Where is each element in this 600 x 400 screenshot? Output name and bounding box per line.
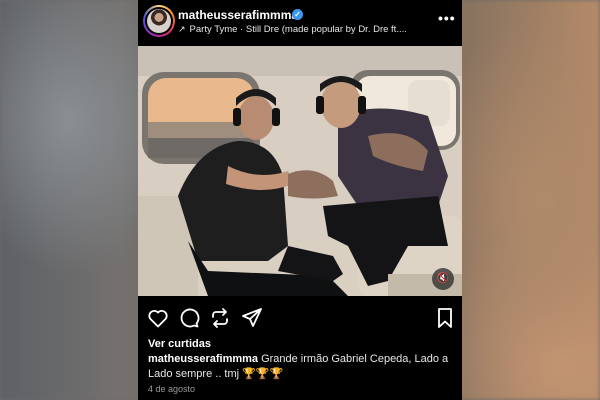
speaker-muted-icon[interactable]: 🔇 bbox=[432, 268, 454, 290]
trending-arrow-icon: ↗ bbox=[178, 24, 186, 34]
music-track-label: Party Tyme · Still Dre (made popular by … bbox=[189, 24, 407, 35]
avatar[interactable] bbox=[143, 5, 175, 37]
see-likes-link[interactable]: Ver curtidas bbox=[148, 338, 211, 350]
post-actions bbox=[138, 306, 462, 332]
post-caption: matheusserafimmma Grande irmão Gabriel Ce… bbox=[148, 352, 454, 382]
more-options-icon[interactable]: ••• bbox=[438, 10, 456, 26]
post-header: matheusserafimmma ✓ ↗ Party Tyme · Still … bbox=[138, 0, 462, 44]
share-icon[interactable] bbox=[240, 306, 264, 330]
music-track-link[interactable]: ↗ Party Tyme · Still Dre (made popular by… bbox=[178, 24, 407, 35]
post-photo[interactable]: 🔇 bbox=[138, 46, 462, 296]
bookmark-icon[interactable] bbox=[433, 306, 457, 330]
repost-icon[interactable] bbox=[208, 306, 232, 330]
instagram-post: matheusserafimmma ✓ ↗ Party Tyme · Still … bbox=[138, 0, 462, 400]
avatar-photo bbox=[147, 9, 171, 33]
caption-username[interactable]: matheusserafimmma bbox=[148, 353, 258, 365]
comment-icon[interactable] bbox=[177, 306, 201, 330]
post-username[interactable]: matheusserafimmma bbox=[178, 8, 298, 22]
photo-illustration bbox=[138, 46, 462, 296]
verified-badge-icon: ✓ bbox=[292, 9, 303, 20]
heart-icon[interactable] bbox=[146, 306, 170, 330]
post-date: 4 de agosto bbox=[148, 384, 196, 394]
